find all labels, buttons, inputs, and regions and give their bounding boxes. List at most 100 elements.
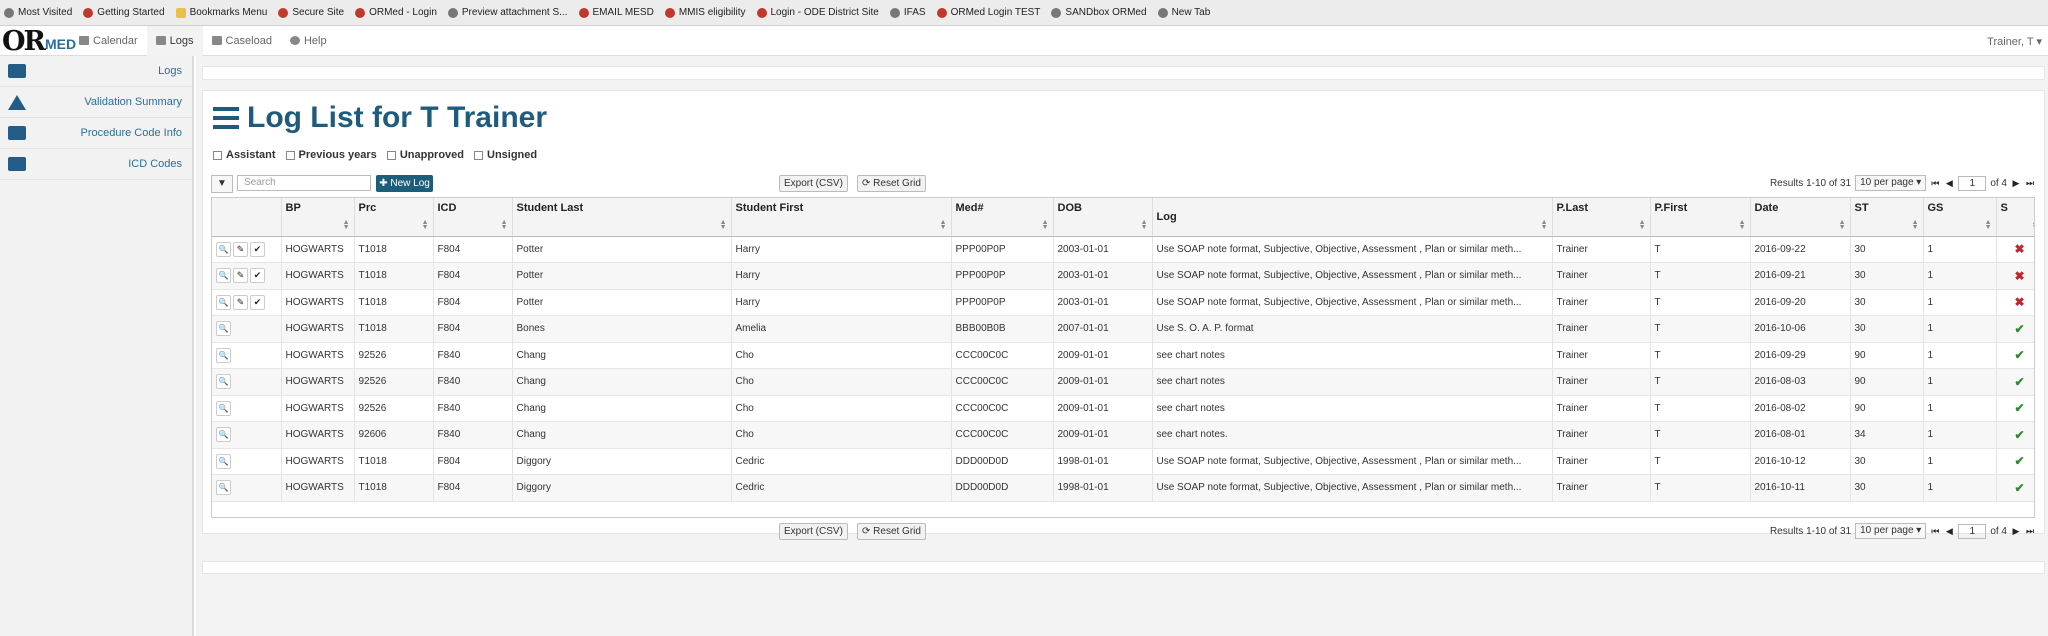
table-row[interactable]: 🔍 HOGWARTS 92526 F840 Chang Cho CCC00C0C 2009-0… <box>212 342 2034 369</box>
approve-icon[interactable]: ✔ <box>250 241 265 257</box>
sidebar-item-logs[interactable]: Logs <box>0 56 192 87</box>
sort-icon[interactable]: ▲▼ <box>1541 219 1548 231</box>
view-icon[interactable]: 🔍 <box>216 400 231 416</box>
table-row[interactable]: 🔍 HOGWARTS T1018 F804 Diggory Cedric DDD00D0D 1… <box>212 448 2034 475</box>
table-row[interactable]: 🔍 ✎ ✔ HOGWARTS T1018 F804 Potter Harry PPP00P0P 2… <box>212 289 2034 316</box>
bookmark-item[interactable]: IFAS <box>889 7 926 18</box>
table-row[interactable]: 🔍 ✎ ✔ HOGWARTS T1018 F804 Potter Harry PPP00P0P 2… <box>212 236 2034 263</box>
bookmark-item[interactable]: MMIS eligibility <box>664 7 746 18</box>
bookmark-item[interactable]: Preview attachment S... <box>447 7 568 18</box>
column-header[interactable]: Student Last ▲ ▼ <box>512 198 732 237</box>
sidebar-item-icd-codes[interactable]: ICD Codes <box>0 149 192 180</box>
sort-icon[interactable]: ▲▼ <box>2032 219 2034 231</box>
view-icon[interactable]: 🔍 <box>216 241 231 257</box>
user-menu[interactable]: Trainer, T ▾ <box>1987 26 2042 56</box>
column-header[interactable]: S ▲▼ <box>1996 198 2034 237</box>
last-page-icon[interactable]: ⏭ <box>2025 525 2035 537</box>
edit-icon[interactable]: ✎ <box>233 294 248 310</box>
last-page-icon[interactable]: ⏭ <box>2025 177 2035 189</box>
prev-page-icon[interactable]: ◀ <box>1944 525 1954 537</box>
sort-icon[interactable]: ▲▼ <box>1639 219 1646 231</box>
view-icon[interactable]: 🔍 <box>216 321 231 337</box>
column-header[interactable]: BP ▲ ▼ <box>281 198 355 237</box>
sort-icon[interactable]: ▲▼ <box>720 219 727 231</box>
column-header[interactable]: GS ▲ ▼ <box>1923 198 1997 237</box>
table-row[interactable]: 🔍 HOGWARTS 92606 F840 Chang Cho CCC00C0C 2009-0… <box>212 421 2034 449</box>
sidebar-item-procedure-code-info[interactable]: Procedure Code Info <box>0 118 192 149</box>
bookmark-item[interactable]: SANDbox ORMed <box>1051 7 1147 18</box>
bookmark-item[interactable]: Login - ODE District Site <box>756 7 879 18</box>
view-icon[interactable]: 🔍 <box>216 374 231 390</box>
bookmark-item[interactable]: Secure Site <box>278 7 344 18</box>
bookmark-item[interactable]: ORMed - Login <box>355 7 437 18</box>
checkbox[interactable] <box>213 150 222 160</box>
edit-icon[interactable]: ✎ <box>233 241 248 257</box>
first-page-icon[interactable]: ⏮ <box>1930 525 1940 537</box>
nav-calendar[interactable]: Calendar <box>70 26 147 56</box>
sort-icon[interactable]: ▲▼ <box>1739 219 1746 231</box>
sort-icon[interactable]: ▲▼ <box>1141 219 1148 231</box>
checkbox[interactable] <box>285 150 295 160</box>
column-header[interactable]: DOB ▲ ▼ <box>1053 198 1153 237</box>
filter-unapproved[interactable]: Unapproved <box>386 149 464 161</box>
approve-icon[interactable]: ✔ <box>250 268 265 284</box>
search-input[interactable]: Search <box>237 175 371 191</box>
column-header[interactable]: ICD ▲ ▼ <box>433 198 513 237</box>
sort-icon[interactable]: ▲▼ <box>501 219 508 231</box>
bookmark-item[interactable]: Most Visited <box>4 7 72 18</box>
prev-page-icon[interactable]: ◀ <box>1944 177 1954 189</box>
column-header[interactable]: Student First ▲ ▼ <box>731 198 952 237</box>
per-page-select[interactable]: 10 per page ▾ <box>1855 175 1927 191</box>
filter-assistant[interactable]: Assistant <box>213 149 276 161</box>
view-icon[interactable]: 🔍 <box>216 347 231 363</box>
view-icon[interactable]: 🔍 <box>216 427 231 443</box>
view-icon[interactable]: 🔍 <box>216 294 231 310</box>
sort-icon[interactable]: ▲▼ <box>940 219 947 231</box>
page-number-input[interactable]: 1 <box>1958 523 1987 539</box>
sort-icon[interactable]: ▲▼ <box>1912 219 1919 231</box>
column-header[interactable]: ST ▲ ▼ <box>1850 198 1924 237</box>
nav-help[interactable]: Help <box>281 26 336 56</box>
bookmark-item[interactable]: New Tab <box>1157 7 1210 18</box>
nav-logs[interactable]: Logs <box>146 25 203 56</box>
column-header[interactable]: Log ▲ ▼ <box>1152 198 1553 237</box>
table-row[interactable]: 🔍 HOGWARTS T1018 F804 Bones Amelia BBB00B0B 200… <box>212 315 2034 343</box>
new-log-button[interactable]: ✚ New Log <box>376 175 433 192</box>
column-header[interactable]: P.First ▲ ▼ <box>1650 198 1751 237</box>
checkbox[interactable] <box>474 150 483 160</box>
ormed-logo[interactable]: OR MED <box>0 26 76 56</box>
table-row[interactable]: 🔍 ✎ ✔ HOGWARTS T1018 F804 Potter Harry PPP00P0P 2… <box>212 262 2034 290</box>
table-row[interactable]: 🔍 HOGWARTS 92526 F840 Chang Cho CCC00C0C 2009-0… <box>212 368 2034 396</box>
sort-icon[interactable]: ▲▼ <box>1985 219 1992 231</box>
reset-grid-button[interactable]: ⟳ Reset Grid <box>857 175 926 192</box>
nav-caseload[interactable]: Caseload <box>203 26 281 56</box>
view-icon[interactable]: 🔍 <box>216 480 231 496</box>
export-csv-button[interactable]: Export (CSV) <box>779 175 848 192</box>
export-csv-button[interactable]: Export (CSV) <box>779 523 848 540</box>
bookmark-item[interactable]: Bookmarks Menu <box>175 7 267 18</box>
sort-icon[interactable]: ▲▼ <box>1839 219 1846 231</box>
sort-icon[interactable]: ▲▼ <box>422 219 429 231</box>
bookmark-item[interactable]: ORMed Login TEST <box>936 7 1040 18</box>
view-icon[interactable]: 🔍 <box>216 453 231 469</box>
column-header[interactable]: Prc ▲ ▼ <box>354 198 434 237</box>
page-number-input[interactable]: 1 <box>1958 175 1987 191</box>
next-page-icon[interactable]: ▶ <box>2011 177 2021 189</box>
bookmark-item[interactable]: Getting Started <box>83 7 165 18</box>
first-page-icon[interactable]: ⏮ <box>1930 177 1940 189</box>
view-icon[interactable]: 🔍 <box>216 268 231 284</box>
reset-grid-button[interactable]: ⟳ Reset Grid <box>857 523 926 540</box>
column-header[interactable]: P.Last ▲ ▼ <box>1552 198 1651 237</box>
chevron-down-icon[interactable]: ▼ <box>211 175 233 193</box>
column-header[interactable]: Date ▲ ▼ <box>1750 198 1851 237</box>
per-page-select[interactable]: 10 per page ▾ <box>1855 523 1927 539</box>
bookmark-item[interactable]: EMAIL MESD <box>578 7 654 18</box>
table-row[interactable]: 🔍 HOGWARTS T1018 F804 Diggory Cedric DDD00D0D 1… <box>212 474 2034 502</box>
sort-icon[interactable]: ▲▼ <box>1042 219 1049 231</box>
checkbox[interactable] <box>386 150 396 160</box>
column-header[interactable]: Med# ▲ ▼ <box>951 198 1054 237</box>
sort-icon[interactable]: ▲▼ <box>343 219 350 231</box>
edit-icon[interactable]: ✎ <box>233 268 248 284</box>
table-row[interactable]: 🔍 HOGWARTS 92526 F840 Chang Cho CCC00C0C 2009-0… <box>212 395 2034 422</box>
next-page-icon[interactable]: ▶ <box>2011 525 2021 537</box>
